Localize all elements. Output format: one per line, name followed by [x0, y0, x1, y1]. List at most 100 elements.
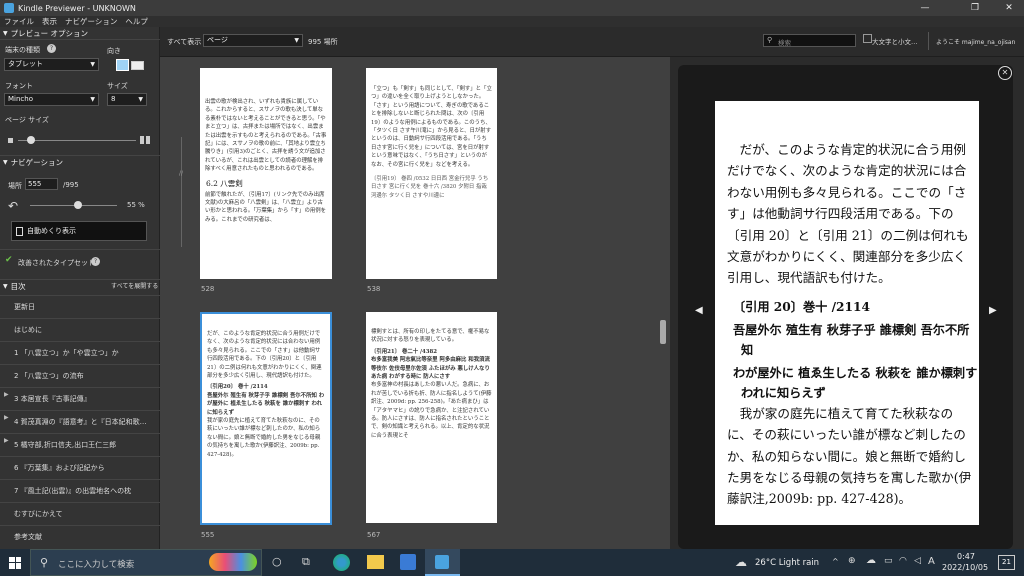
size-label: サイズ	[107, 82, 128, 90]
toc-item[interactable]: 1 「八雲立つ」か「や雲立つ」か	[0, 341, 160, 363]
task-view-icon[interactable]: ⧉	[302, 555, 310, 569]
kindle-app-icon	[4, 3, 14, 13]
close-button[interactable]: ✕	[994, 0, 1024, 16]
minimize-button[interactable]: —	[910, 0, 940, 16]
scroll-guide	[181, 137, 182, 247]
landscape-icon[interactable]	[131, 61, 144, 70]
viewer-quote-title: 〔引用 20〕巻十 /2114	[733, 299, 870, 314]
progress-slider-thumb[interactable]	[73, 201, 82, 209]
menu-help[interactable]: ヘルプ	[125, 16, 148, 27]
show-all-label: すべて表示	[167, 38, 202, 46]
title-bar: Kindle Previewer - UNKNOWN	[0, 0, 1024, 16]
view-select[interactable]: ページ ▼	[203, 34, 303, 47]
size-select[interactable]: 8 ▼	[107, 93, 147, 106]
location-input[interactable]: 555	[25, 178, 58, 190]
font-select[interactable]: Mincho ▼	[4, 93, 99, 106]
portrait-icon[interactable]	[116, 59, 129, 71]
toolbar: すべて表示 ページ ▼ 995 場所 ⚲ 検索 大文字と小文… ようこそ maji…	[160, 27, 1024, 57]
viewer-paragraph: 我が家の庭先に植えて育てた秋萩なのに、その萩にいったい誰が標など刺したのか、私の…	[727, 405, 972, 507]
start-button[interactable]	[0, 549, 30, 576]
viewer-quote-line: 吾屋外尓 殖生有 秋芽子乎 誰標剣 吾尓不所知	[733, 322, 970, 357]
match-case-checkbox[interactable]	[863, 34, 872, 43]
weather-icon[interactable]: ☁	[735, 555, 747, 569]
viewer-page: だが、このような肯定的状況に合う用例だけでなく、次のような肯定的状況には合わない…	[715, 101, 979, 525]
cloud-icon[interactable]: ☁	[866, 555, 876, 566]
typeset-help-icon[interactable]: ?	[91, 257, 100, 266]
toc-item[interactable]: 5 橘守部,折口信夫,出口王仁三郎	[0, 433, 160, 455]
toc-item[interactable]: 6 『万葉集』および記紀から	[0, 456, 160, 478]
clock-date[interactable]: 2022/10/05	[942, 563, 988, 572]
help-icon[interactable]: ?	[47, 44, 56, 53]
network-icon[interactable]: ⊕	[848, 556, 856, 566]
back-arrow-icon[interactable]: ↶	[8, 199, 18, 213]
location-total: /995	[63, 181, 79, 189]
thumbnail-page[interactable]: 出雲の歌が検出され、いずれも貴族に属している。これからすると、スサノヲの歌も決し…	[200, 68, 332, 279]
scrollbar-thumb[interactable]	[660, 320, 666, 344]
page-number: 567	[367, 531, 381, 539]
thumbnail-grid: // 出雲の歌が検出され、いずれも貴族に属している。これからすると、スサノヲの歌…	[160, 57, 670, 549]
page-text: 出雲の歌が検出され、いずれも貴族に属している。これからすると、スサノヲの歌も決し…	[205, 99, 327, 173]
chevron-up-icon[interactable]: ^	[832, 557, 839, 566]
expand-icon[interactable]: ▶	[4, 391, 9, 398]
location-label: 場所	[8, 182, 22, 190]
page-size-slider-track[interactable]	[18, 140, 136, 141]
thumbnail-page[interactable]: 「立つ」も「剣す」も同じとして、「剣す」と「立つ」の違いを全く取り上げようとしな…	[366, 68, 497, 279]
battery-icon[interactable]: ▭	[884, 556, 893, 566]
clock-time[interactable]: 0:47	[957, 552, 975, 561]
toc-item[interactable]: むすびにかえて	[0, 502, 160, 524]
store-icon[interactable]	[400, 554, 416, 570]
device-select[interactable]: タブレット ▼	[4, 58, 99, 71]
thumbnail-page[interactable]: 標剣すとは、所有の印しをたてる意で、権不易な状況に対する怒りを表現している。 〔…	[366, 312, 497, 523]
location-count: 995 場所	[308, 38, 338, 46]
navigation-header[interactable]: ▼ ナビゲーション	[0, 155, 160, 168]
page-number: 528	[201, 285, 215, 293]
search-placeholder: 検索	[778, 39, 791, 47]
page-text: 標剣すとは、所有の印しをたてる意で、権不易な状況に対する怒りを表現している。	[371, 329, 490, 344]
weather-text[interactable]: 26°C Light rain	[755, 558, 819, 568]
close-viewer-icon[interactable]: ✕	[998, 66, 1012, 80]
toc-item[interactable]: 更新日	[0, 295, 160, 317]
toc-item[interactable]: 4 賀茂真淵の『語意考』と『日本紀和歌…	[0, 410, 160, 432]
expand-icon[interactable]: ▶	[4, 414, 9, 421]
wifi-icon[interactable]: ◠	[899, 556, 907, 566]
toc-item[interactable]: 3 本居宣長『古事記傳』	[0, 387, 160, 409]
taskbar: ⚲ ここに入力して検索 ○ ⧉ ☁ 26°C Light rain ^ ⊕ ☁ …	[0, 549, 1024, 576]
maximize-button[interactable]: ❐	[960, 0, 990, 16]
taskbar-search-placeholder: ここに入力して検索	[58, 560, 135, 570]
quote-title: 〔引用21〕 巻二十 /4382	[371, 348, 437, 355]
ime-indicator[interactable]: A	[928, 556, 935, 567]
menu-view[interactable]: 表示	[42, 16, 57, 27]
menu-bar: ファイル 表示 ナビゲーション ヘルプ	[0, 16, 160, 27]
page-number: 555	[201, 531, 215, 539]
autoflip-button[interactable]: 自動めくり表示	[11, 221, 147, 241]
next-page-arrow-icon[interactable]: ▶	[989, 305, 997, 316]
toc-item[interactable]: はじめに	[0, 318, 160, 340]
volume-icon[interactable]: ◁	[914, 556, 921, 566]
page-text: 〔引用19〕 巻四 /0532 日日西 宮金行兒乎 うち日さす 宮に行く兒を 巻…	[371, 176, 489, 199]
thumbnail-page-selected[interactable]: だが、このような肯定的状況に合う用例だけでなく、次のような肯定的状況には合わない…	[200, 312, 332, 525]
divider	[0, 249, 160, 250]
edge-icon[interactable]	[333, 554, 350, 571]
match-case-label: 大文字と小文…	[872, 38, 918, 46]
toc-item[interactable]: 2 「八雲立つ」の流布	[0, 364, 160, 386]
previous-page-arrow-icon[interactable]: ◀	[695, 305, 703, 316]
large-page-icon	[140, 136, 150, 144]
menu-file[interactable]: ファイル	[4, 16, 34, 27]
expand-all-link[interactable]: すべてを展開する	[111, 281, 158, 290]
preview-options-header[interactable]: ▼ プレビュー オプション	[0, 27, 160, 40]
viewer-quote-line: わが屋外に 植ゑ生したる 秋萩を 誰か標刺す われに知らえず	[733, 365, 978, 400]
cortana-icon[interactable]: ○	[272, 555, 282, 568]
expand-icon[interactable]: ▶	[4, 437, 9, 444]
toc-item[interactable]: 7 『風土記(出雲)』の出雲地名への枕	[0, 479, 160, 501]
notification-center-icon[interactable]: 21	[998, 555, 1015, 570]
font-label: フォント	[5, 82, 33, 90]
toc-item[interactable]: 参考文献	[0, 525, 160, 547]
menu-navigation[interactable]: ナビゲーション	[65, 16, 117, 27]
quote-title: 〔引用20〕 巻十 /2114	[207, 384, 268, 391]
viewer-paragraph: だが、このような肯定的状況に合う用例だけでなく、次のような肯定的状況には合わない…	[727, 142, 969, 286]
search-box[interactable]: ⚲ 検索	[763, 34, 856, 47]
file-explorer-icon[interactable]	[367, 555, 384, 569]
page-size-slider-thumb[interactable]	[27, 136, 35, 144]
search-highlight-icon[interactable]	[209, 553, 257, 571]
kindle-taskbar-button[interactable]	[425, 549, 460, 576]
